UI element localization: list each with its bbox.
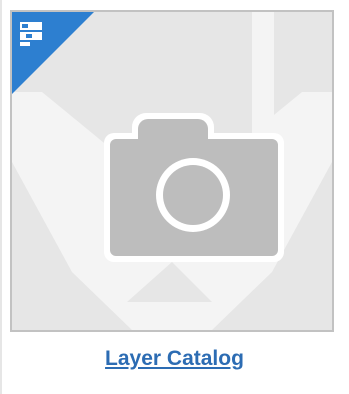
item-thumbnail[interactable] (10, 10, 334, 332)
item-type-badge (12, 12, 94, 94)
camera-placeholder-icon (104, 113, 284, 262)
item-title-link[interactable]: Layer Catalog (0, 347, 349, 371)
left-divider (0, 0, 2, 394)
